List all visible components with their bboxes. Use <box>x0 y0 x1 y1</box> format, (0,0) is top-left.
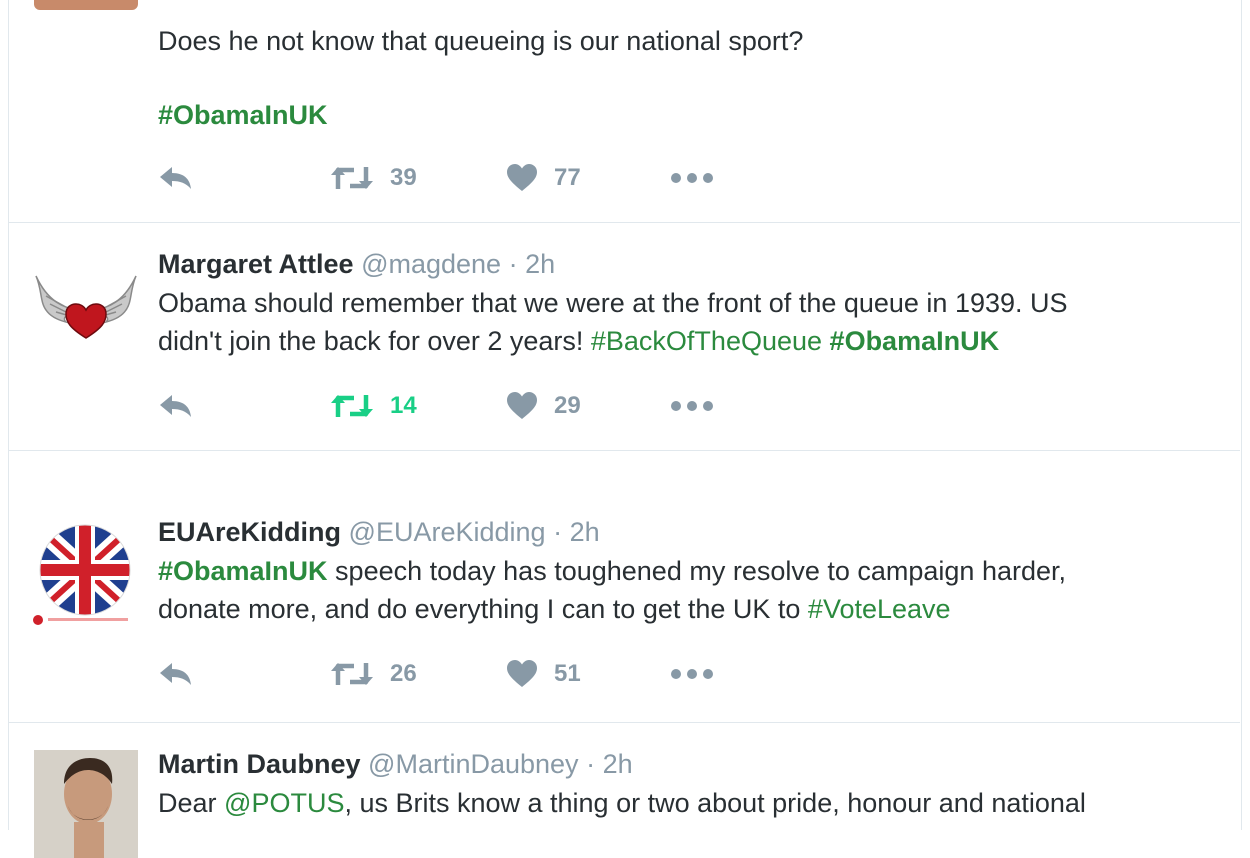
tweet-text-line: didn't join the back for over 2 years! #… <box>158 322 1218 360</box>
tweet-text-segment: Obama should remember that we were at th… <box>158 288 1068 318</box>
retweet-icon <box>331 663 373 685</box>
tweet-header: EUAreKidding @EUAreKidding · 2h <box>158 516 1218 548</box>
tweet-text-line: donate more, and do everything I can to … <box>158 590 1218 628</box>
username[interactable]: @magdene <box>361 249 501 279</box>
retweet-button[interactable]: 14 <box>330 386 417 426</box>
mention-link[interactable]: @POTUS <box>224 788 344 818</box>
tweet-text-segment: Dear <box>158 788 225 818</box>
tweet-text-line: #ObamaInUK <box>158 96 1218 134</box>
avatar[interactable] <box>34 750 138 858</box>
like-count: 29 <box>554 392 581 419</box>
tweet-text-line: #ObamaInUK speech today has toughened my… <box>158 552 1218 590</box>
tweet-text-line: Obama should remember that we were at th… <box>158 284 1218 322</box>
tweet-text: Dear @POTUS, us Brits know a thing or tw… <box>158 784 1218 822</box>
tweet-divider <box>8 450 1240 451</box>
separator-dot: · <box>508 249 518 279</box>
like-count: 51 <box>554 660 581 687</box>
hashtag-link[interactable]: #ObamaInUK <box>158 100 328 130</box>
more-button[interactable] <box>670 158 714 198</box>
display-name[interactable]: Martin Daubney <box>158 749 361 779</box>
heart-icon <box>507 164 537 191</box>
retweet-button[interactable]: 26 <box>330 654 417 694</box>
more-dots-icon <box>671 173 713 183</box>
retweet-count: 26 <box>390 660 417 687</box>
tweet-actions: 26 51 <box>158 654 778 694</box>
tweet-text-segment: speech today has toughened my resolve to… <box>327 556 1067 586</box>
hashtag-link[interactable]: #ObamaInUK <box>158 556 328 586</box>
username[interactable]: @EUAreKidding <box>349 517 546 547</box>
tweet-text-line: Does he not know that queueing is our na… <box>158 22 1218 60</box>
tweet-text: Obama should remember that we were at th… <box>158 284 1218 360</box>
retweet-button[interactable]: 39 <box>330 158 417 198</box>
retweet-count: 39 <box>390 164 417 191</box>
tweet-text-segment: didn't join the back for over 2 years! <box>158 326 591 356</box>
tweet-text-segment: Does he not know that queueing is our na… <box>158 26 804 56</box>
more-button[interactable] <box>670 386 714 426</box>
like-count: 77 <box>554 164 581 191</box>
tweet-text-segment: donate more, and do everything I can to … <box>158 594 808 624</box>
tweet-text: #ObamaInUK speech today has toughened my… <box>158 552 1218 628</box>
timestamp[interactable]: 2h <box>525 249 555 279</box>
separator-dot: · <box>553 517 563 547</box>
heart-icon <box>507 660 537 687</box>
hashtag-link[interactable]: #BackOfTheQueue <box>591 326 822 356</box>
tweet-divider <box>8 722 1240 723</box>
winged-heart-avatar <box>34 250 138 354</box>
heart-icon <box>507 392 537 419</box>
hashtag-link[interactable]: #ObamaInUK <box>830 326 1000 356</box>
tweet-text: Does he not know that queueing is our na… <box>158 22 1218 134</box>
display-name[interactable]: Margaret Attlee <box>158 249 354 279</box>
person-photo-avatar <box>34 750 138 858</box>
like-button[interactable]: 51 <box>506 654 581 694</box>
display-name[interactable]: EUAreKidding <box>158 517 341 547</box>
more-button[interactable] <box>670 654 714 694</box>
tweet-text-segment <box>822 326 830 356</box>
tweet-divider <box>8 222 1240 223</box>
reply-arrow-icon <box>160 663 191 685</box>
retweet-icon <box>331 395 373 417</box>
union-jack-avatar <box>30 520 140 630</box>
tweet-text-line <box>158 60 1218 96</box>
timestamp[interactable]: 2h <box>570 517 600 547</box>
reply-arrow-icon <box>160 167 191 189</box>
retweet-count: 14 <box>390 392 417 419</box>
tweet-text-segment: , us Brits know a thing or two about pri… <box>344 788 1086 818</box>
reply-button[interactable] <box>158 158 194 198</box>
avatar[interactable] <box>34 0 138 10</box>
like-button[interactable]: 77 <box>506 158 581 198</box>
tweet-header: Margaret Attlee @magdene · 2h <box>158 248 1218 280</box>
more-dots-icon <box>671 669 713 679</box>
timestamp[interactable]: 2h <box>603 749 633 779</box>
tweet-text-line: Dear @POTUS, us Brits know a thing or tw… <box>158 784 1218 822</box>
retweet-icon <box>331 167 373 189</box>
tweet-header: Martin Daubney @MartinDaubney · 2h <box>158 748 1218 780</box>
more-dots-icon <box>671 401 713 411</box>
reply-button[interactable] <box>158 386 194 426</box>
separator-dot: · <box>586 749 596 779</box>
avatar[interactable] <box>30 520 140 630</box>
reply-arrow-icon <box>160 395 191 417</box>
tweet-actions: 14 29 <box>158 386 778 426</box>
avatar[interactable] <box>34 250 138 354</box>
tweet-actions: 39 77 <box>158 158 778 198</box>
username[interactable]: @MartinDaubney <box>368 749 579 779</box>
like-button[interactable]: 29 <box>506 386 581 426</box>
hashtag-link[interactable]: #VoteLeave <box>808 594 951 624</box>
reply-button[interactable] <box>158 654 194 694</box>
